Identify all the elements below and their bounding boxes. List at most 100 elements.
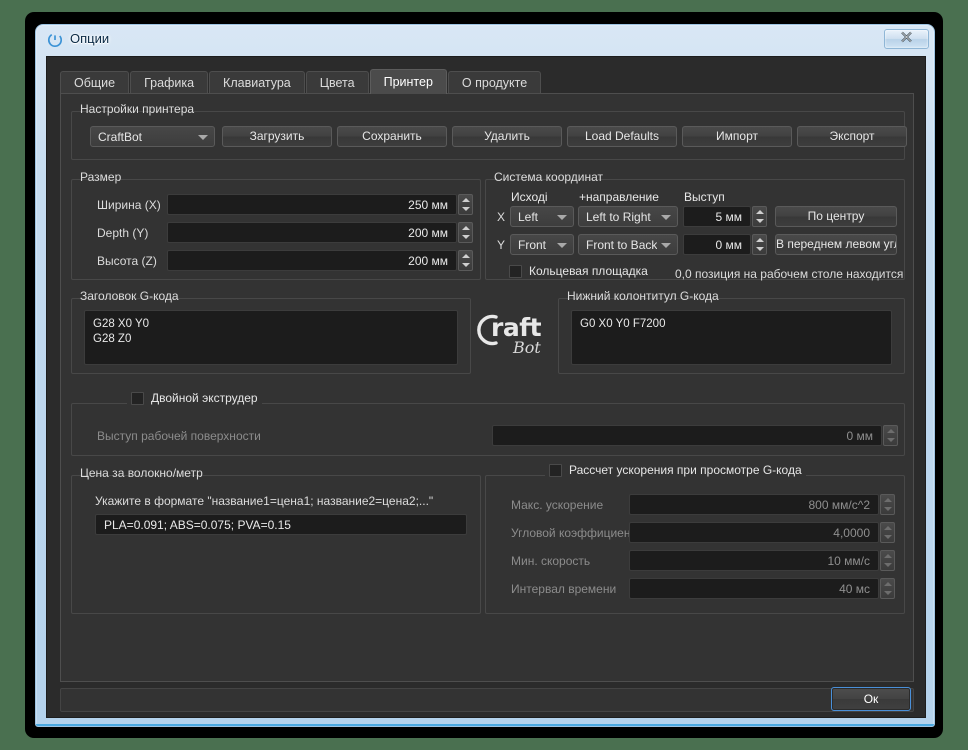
close-button[interactable] [884, 29, 929, 49]
import-profile-button[interactable]: Импорт [682, 126, 792, 147]
app-logo-icon [47, 32, 63, 48]
spinner-down-icon [461, 207, 470, 211]
checkbox-icon [509, 264, 522, 278]
axis-y-offset-spinner[interactable] [752, 234, 767, 255]
load-defaults-button[interactable]: Load Defaults [567, 126, 677, 147]
spinner-down-icon [883, 507, 892, 511]
width-x-input[interactable]: 250 мм [167, 194, 457, 215]
time-interval-spinner[interactable] [880, 578, 895, 599]
spinner-up-icon [755, 210, 764, 214]
spinner-down-icon [886, 438, 895, 442]
axis-x-origin-combo[interactable]: Left [510, 206, 574, 227]
acceleration-label: Рассчет ускорения при просмотре G-кода [569, 463, 802, 477]
filament-price-hint: Укажите в формате "название1=цена1; назв… [95, 494, 434, 508]
save-profile-button[interactable]: Сохранить [337, 126, 447, 147]
tab-obshchie[interactable]: Общие [60, 71, 130, 93]
checkbox-icon [131, 391, 144, 405]
tab-printer[interactable]: Принтер [369, 69, 447, 94]
tab-o-produkte[interactable]: О продукте [447, 71, 542, 93]
filament-price-input[interactable]: PLA=0.091; ABS=0.075; PVA=0.15 [95, 514, 467, 535]
height-z-input[interactable]: 200 мм [167, 250, 457, 271]
surface-offset-input[interactable]: 0 мм [492, 425, 882, 446]
circular-bed-label: Кольцевая площадка [529, 264, 648, 278]
filament-price-group: Цена за волокно/метр Укажите в формате "… [71, 466, 481, 614]
max-acceleration-input[interactable]: 800 мм/с^2 [629, 494, 879, 515]
height-z-spinner[interactable] [458, 250, 473, 271]
min-speed-input[interactable]: 10 мм/с [629, 550, 879, 571]
chevron-down-icon [198, 134, 208, 140]
axis-y-direction-combo[interactable]: Front to Back [578, 234, 678, 255]
surface-offset-spinner[interactable] [883, 425, 898, 446]
height-z-label: Высота (Z) [97, 254, 157, 268]
axis-y-direction-value: Front to Back [586, 237, 657, 252]
spinner-up-icon [883, 582, 892, 586]
close-icon [885, 31, 928, 46]
max-acceleration-spinner[interactable] [880, 494, 895, 515]
export-profile-button[interactable]: Экспорт [797, 126, 907, 147]
dual-extruder-checkbox[interactable]: Двойной экструдер [127, 391, 262, 405]
spinner-down-icon [461, 235, 470, 239]
craftbot-logo: raft Bot [469, 303, 553, 365]
printer-profile-value: CraftBot [98, 129, 143, 144]
angular-coefficient-spinner[interactable] [880, 522, 895, 543]
chevron-down-icon [661, 242, 671, 248]
surface-offset-label: Выступ рабочей поверхности [97, 429, 261, 443]
size-group: Размер Ширина (X) 250 мм Depth (Y) 200 м… [71, 170, 481, 280]
depth-y-label: Depth (Y) [97, 226, 149, 240]
delete-profile-button[interactable]: Удалить [452, 126, 562, 147]
angular-coefficient-input[interactable]: 4,0000 [629, 522, 879, 543]
min-speed-spinner[interactable] [880, 550, 895, 571]
depth-y-input[interactable]: 200 мм [167, 222, 457, 243]
spinner-down-icon [883, 535, 892, 539]
load-profile-button[interactable]: Загрузить [222, 126, 332, 147]
time-interval-input[interactable]: 40 мс [629, 578, 879, 599]
origin-position-note: 0,0 позиция на рабочем столе находится [675, 267, 904, 281]
axis-x-offset-spinner[interactable] [752, 206, 767, 227]
spinner-down-icon [755, 247, 764, 251]
circular-bed-checkbox[interactable]: Кольцевая площадка [509, 264, 648, 278]
front-left-corner-button[interactable]: В переднем левом углу [775, 234, 897, 255]
tab-klaviatura[interactable]: Клавиатура [209, 71, 305, 93]
spinner-up-icon [461, 198, 470, 202]
printer-settings-group: Настройки принтера CraftBot Загрузить Со… [71, 102, 907, 160]
spinner-up-icon [461, 226, 470, 230]
axis-y-origin-value: Front [518, 237, 547, 252]
axis-x-offset-input[interactable]: 5 мм [683, 206, 751, 227]
coordinate-system-group: Система координат Исході +направление Вы… [485, 170, 905, 281]
spinner-up-icon [461, 254, 470, 258]
gcode-footer-textarea[interactable]: G0 X0 Y0 F7200 [571, 310, 892, 365]
gcode-header-label: Заголовок G-кода [80, 289, 179, 303]
chevron-down-icon [557, 242, 567, 248]
chevron-down-icon [661, 214, 671, 220]
printer-tab-page: Настройки принтера CraftBot Загрузить Со… [60, 93, 914, 682]
direction-column-header: +направление [579, 190, 659, 204]
gcode-header-textarea[interactable]: G28 X0 Y0 G28 Z0 [84, 310, 458, 365]
axis-y-offset-input[interactable]: 0 мм [683, 234, 751, 255]
svg-text:Bot: Bot [512, 338, 541, 357]
axis-x-direction-combo[interactable]: Left to Right [578, 206, 678, 227]
max-acceleration-label: Макс. ускорение [511, 498, 604, 512]
spinner-up-icon [883, 498, 892, 502]
printer-profile-combo[interactable]: CraftBot [90, 126, 215, 147]
title-bar[interactable]: Опции [36, 25, 934, 56]
acceleration-group: Рассчет ускорения при просмотре G-кода М… [485, 463, 905, 614]
width-x-spinner[interactable] [458, 194, 473, 215]
offset-column-header: Выступ [684, 190, 725, 204]
acceleration-checkbox[interactable]: Рассчет ускорения при просмотре G-кода [545, 463, 806, 477]
spinner-up-icon [883, 526, 892, 530]
chevron-down-icon [557, 214, 567, 220]
coordinate-system-label: Система координат [494, 170, 604, 184]
depth-y-spinner[interactable] [458, 222, 473, 243]
checkbox-icon [549, 463, 562, 477]
window-title: Опции [70, 31, 110, 46]
axis-y-label: Y [497, 238, 506, 252]
tab-cveta[interactable]: Цвета [305, 71, 369, 93]
dialog-footer: Ок [60, 687, 914, 712]
spinner-up-icon [883, 554, 892, 558]
tab-grafika[interactable]: Графика [130, 71, 209, 93]
center-button[interactable]: По центру [775, 206, 897, 227]
tab-bar: Общие Графика Клавиатура Цвета Принтер О… [60, 69, 542, 94]
axis-x-direction-value: Left to Right [586, 209, 651, 224]
axis-y-origin-combo[interactable]: Front [510, 234, 574, 255]
ok-button[interactable]: Ок [831, 687, 911, 711]
